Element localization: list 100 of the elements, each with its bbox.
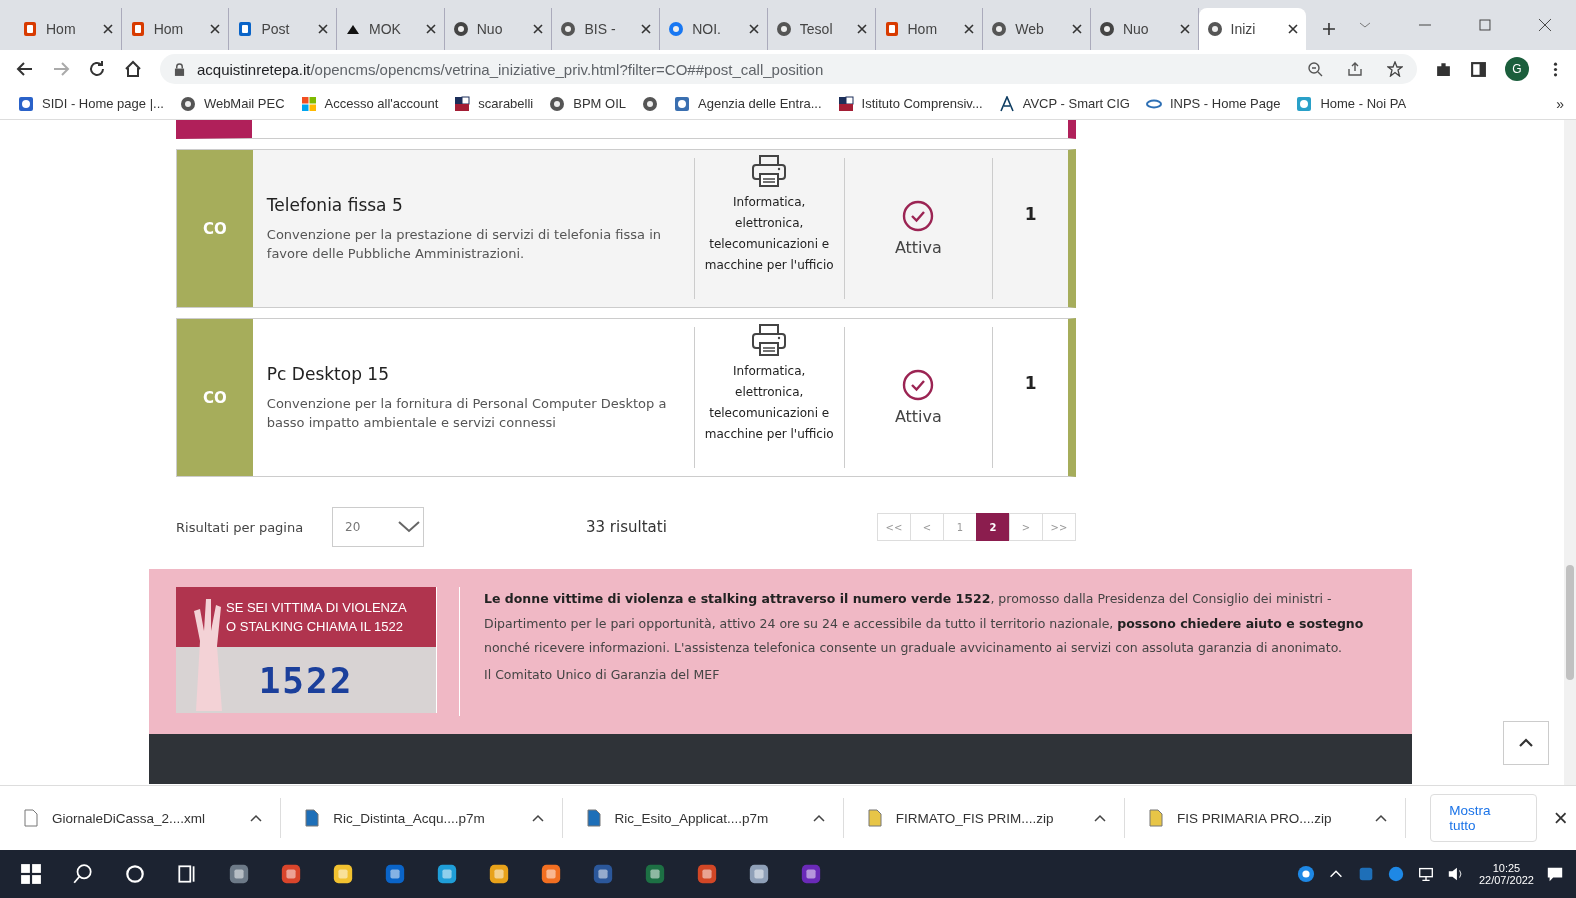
bookmark[interactable]: Accesso all'account: [300, 95, 439, 112]
lock-icon: [174, 62, 185, 76]
chevron-up-icon[interactable]: [1094, 814, 1107, 822]
initiative-title[interactable]: Telefonia fissa 5: [266, 194, 680, 215]
close-icon[interactable]: [1179, 24, 1190, 34]
printer-status-icon[interactable]: [1386, 865, 1405, 883]
close-icon[interactable]: [210, 24, 221, 34]
puzzle-icon[interactable]: [1435, 60, 1452, 78]
bookmark[interactable]: [642, 95, 658, 112]
close-icon[interactable]: [641, 24, 652, 34]
type-label: CO: [177, 150, 253, 307]
chevron-up-icon[interactable]: [531, 814, 544, 822]
app-icon[interactable]: [228, 863, 250, 885]
app-icon[interactable]: [384, 863, 406, 885]
download-item[interactable]: GiornaleDiCassa_2....xml: [24, 798, 282, 838]
globe-icon: [549, 95, 566, 112]
download-item[interactable]: Ric_Esito_Applicat....p7m: [586, 798, 844, 838]
new-tab-icon[interactable]: [1322, 22, 1337, 36]
ring-icon[interactable]: [124, 863, 146, 885]
file-icon: [24, 809, 38, 827]
bookmark[interactable]: INPS - Home Page: [1145, 95, 1281, 112]
initiative-card[interactable]: [176, 149, 1076, 308]
app-icon[interactable]: [280, 863, 302, 885]
chevron-up-icon[interactable]: [1375, 814, 1388, 822]
printer-icon: [751, 154, 788, 188]
app-icon[interactable]: [696, 863, 718, 885]
per-page-dropdown[interactable]: 20: [332, 507, 424, 547]
globe-icon: [668, 21, 685, 37]
app-icon[interactable]: [592, 863, 614, 885]
site-logo-icon: [674, 95, 690, 112]
close-icon[interactable]: [102, 24, 113, 34]
close-icon[interactable]: [748, 24, 759, 34]
download-item[interactable]: FIRMATO_FIS PRIM....zip: [867, 798, 1126, 838]
bookmark[interactable]: Home - Noi PA: [1296, 95, 1407, 112]
search-icon[interactable]: [72, 863, 94, 885]
bookmark[interactable]: Agenzia delle Entra...: [674, 95, 822, 112]
bookmark[interactable]: scarabelli: [454, 95, 534, 112]
help-icon[interactable]: [1296, 865, 1315, 883]
show-all-button[interactable]: Mostra tutto: [1430, 794, 1537, 842]
close-icon[interactable]: [856, 24, 867, 34]
results-count: 33 risultati: [586, 518, 667, 536]
printer-icon: [751, 323, 788, 357]
initiative-title[interactable]: Pc Desktop 15: [266, 363, 680, 384]
maximize-icon[interactable]: [1478, 18, 1493, 32]
globe-icon: [179, 95, 196, 112]
file-icon: [586, 809, 601, 827]
globe-icon: [1098, 21, 1115, 37]
app-icon[interactable]: [540, 863, 562, 885]
chevron-up-icon[interactable]: [250, 814, 263, 822]
chevron-down-icon: [397, 520, 421, 534]
initiative-card[interactable]: CO Pc Desktop 15 Convenzione per la fornitura di Personal Computer Desktop a basso impatto ambientale e servizi connessi Informatica, elettronica, telecomunicazioni e macchine per l'ufficio Attiva 1: [176, 318, 1076, 477]
globe-icon: [991, 21, 1008, 37]
poster-text: SE SEI VITTIMA DI VIOLENZA: [226, 600, 408, 615]
close-icon[interactable]: [533, 24, 544, 34]
star-icon[interactable]: [1387, 61, 1403, 77]
network-icon[interactable]: [1416, 865, 1435, 883]
close-icon[interactable]: [1538, 18, 1552, 32]
browser-tab[interactable]: Inizi: [1198, 8, 1307, 50]
back-arrow-icon[interactable]: [16, 60, 34, 78]
file-icon: [867, 809, 882, 827]
app-icon[interactable]: [748, 863, 770, 885]
bookmark[interactable]: SIDI - Home page |...: [18, 95, 164, 112]
bookmark[interactable]: AVCP - Smart CIG: [998, 95, 1130, 112]
start-icon[interactable]: [20, 863, 42, 885]
download-item[interactable]: Ric_Distinta_Acqu....p7m: [305, 798, 563, 838]
page-button[interactable]: 2: [976, 513, 1010, 541]
squares-logo-icon: [454, 95, 471, 112]
app-icon[interactable]: [800, 863, 822, 885]
close-icon[interactable]: [964, 24, 975, 34]
bookmark[interactable]: BPM OIL: [549, 95, 626, 112]
close-icon[interactable]: [1071, 24, 1082, 34]
banner-paragraph: Le donne vittime di violenza e stalking attraverso il numero verde 1522, promosso dalla Presidenza del Consiglio dei ministri - Dipartimento per le pari opportunità, attivo 24 ore su 24 e accessibile da tutto il territorio nazionale, possono chiedere aiuto e sostegno nonché ricevere informazioni. L'assistenza telefonica consente un graduale avvicinamento ai servizi con assoluta garanzia di anonimato.: [484, 590, 1365, 657]
chevron-up-icon[interactable]: [812, 814, 825, 822]
app-icon[interactable]: [488, 863, 510, 885]
banner-signature: Il Comitato Unico di Garanzia del MEF: [484, 666, 721, 682]
bookmark[interactable]: Istituto Comprensiv...: [837, 95, 983, 112]
close-icon[interactable]: [1554, 812, 1566, 824]
download-item[interactable]: FIS PRIMARIA PRO....zip: [1149, 798, 1407, 838]
close-icon[interactable]: [318, 24, 329, 34]
speaker-icon[interactable]: [1446, 865, 1465, 883]
peak-logo-icon: [998, 95, 1015, 112]
scrollbar[interactable]: [1564, 120, 1576, 785]
zoom-out-icon[interactable]: [1307, 61, 1323, 77]
reload-icon[interactable]: [88, 60, 106, 78]
app-icon[interactable]: [332, 863, 354, 885]
close-icon[interactable]: [425, 24, 436, 34]
app-logo-icon: [129, 21, 146, 37]
app-icon[interactable]: [436, 863, 458, 885]
clock[interactable]: 10:25 22/07/2022: [1478, 862, 1534, 886]
more-bookmarks-button[interactable]: »: [1556, 95, 1564, 112]
side-panel-icon[interactable]: [1470, 60, 1487, 78]
notification-icon[interactable]: [1546, 865, 1564, 883]
close-icon[interactable]: [1288, 24, 1299, 34]
app-icon[interactable]: [644, 863, 666, 885]
bookmark[interactable]: WebMail PEC: [179, 95, 285, 112]
globe-icon: [775, 21, 792, 37]
share-icon[interactable]: [1347, 61, 1363, 77]
profile-avatar[interactable]: G: [1505, 57, 1529, 81]
home-icon[interactable]: [124, 60, 142, 78]
address-bar[interactable]: acquistinretepa.it/opencms/opencms/vetrina_iniziative_priv.html?filter=CO##post_call_position: [160, 54, 1417, 84]
